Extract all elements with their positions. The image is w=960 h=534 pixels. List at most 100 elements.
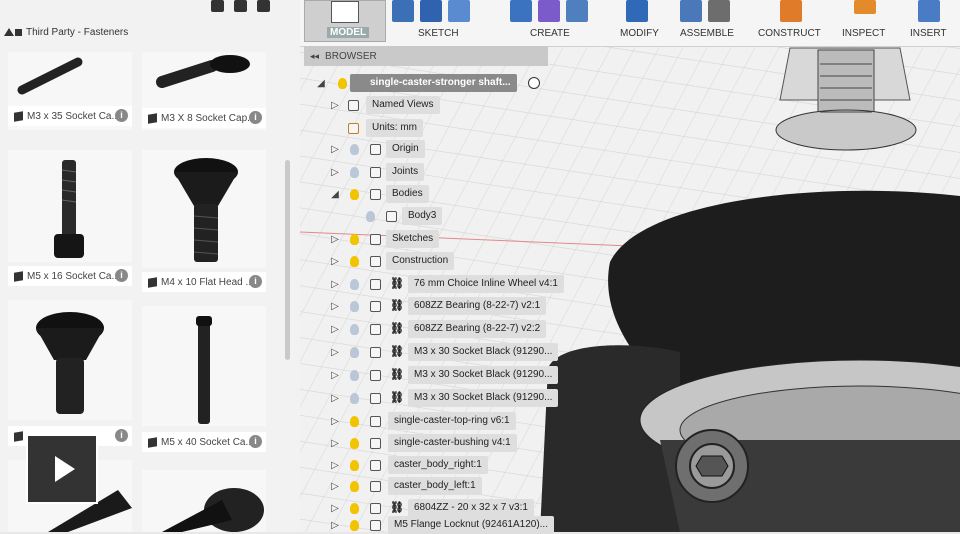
browser-title: BROWSER bbox=[325, 50, 377, 62]
press-pull-icon[interactable] bbox=[626, 0, 648, 22]
visibility-bulb-icon[interactable] bbox=[350, 369, 359, 381]
create-group[interactable]: CREATE bbox=[510, 0, 610, 46]
visibility-bulb-icon[interactable] bbox=[350, 502, 359, 514]
tree-item-label: Named Views bbox=[366, 96, 440, 114]
part-card[interactable] bbox=[142, 306, 266, 426]
offset-plane-icon[interactable] bbox=[780, 0, 802, 22]
visibility-bulb-icon[interactable] bbox=[350, 415, 359, 427]
visibility-bulb-icon[interactable] bbox=[350, 459, 359, 471]
part-card[interactable] bbox=[142, 150, 266, 268]
info-icon[interactable]: i bbox=[115, 269, 128, 282]
modify-group[interactable]: MODIFY bbox=[620, 0, 680, 46]
expand-icon[interactable]: ▷ bbox=[330, 301, 340, 312]
expand-icon[interactable]: ▷ bbox=[330, 234, 340, 245]
inspect-group[interactable]: INSPECT bbox=[842, 0, 902, 46]
joint-icon[interactable] bbox=[708, 0, 730, 22]
visibility-bulb-icon[interactable] bbox=[350, 480, 359, 492]
expand-icon[interactable]: ▷ bbox=[330, 279, 340, 290]
visibility-bulb-icon[interactable] bbox=[350, 392, 359, 404]
expand-icon[interactable]: ▷ bbox=[330, 438, 340, 449]
collapse-icon[interactable]: ◢ bbox=[316, 78, 326, 89]
expand-icon[interactable]: ▷ bbox=[330, 144, 340, 155]
part-label-row[interactable]: M4 x 10 Flat Head ... i bbox=[142, 272, 266, 292]
visibility-bulb-icon[interactable] bbox=[350, 519, 359, 531]
visibility-bulb-icon[interactable] bbox=[350, 188, 359, 200]
part-label-row[interactable]: M5 x 40 Socket Ca... i bbox=[142, 432, 266, 452]
visibility-bulb-icon[interactable] bbox=[350, 143, 359, 155]
collapse-panel-icon[interactable]: ◂◂ bbox=[310, 51, 319, 62]
extrude-icon[interactable] bbox=[510, 0, 532, 22]
visibility-bulb-icon[interactable] bbox=[366, 210, 375, 222]
play-button[interactable] bbox=[26, 434, 98, 504]
visibility-bulb-icon[interactable] bbox=[350, 278, 359, 290]
part-label-row[interactable]: M3 x 35 Socket Ca... i bbox=[8, 106, 132, 126]
insert-image-icon[interactable] bbox=[918, 0, 940, 22]
visibility-bulb-icon[interactable] bbox=[350, 300, 359, 312]
pattern-icon[interactable] bbox=[538, 0, 560, 22]
part-card[interactable] bbox=[8, 300, 132, 420]
visibility-bulb-icon[interactable] bbox=[350, 323, 359, 335]
expand-icon[interactable]: ▷ bbox=[330, 416, 340, 427]
expand-icon[interactable]: ▷ bbox=[330, 393, 340, 404]
part-card[interactable] bbox=[142, 470, 266, 532]
expand-icon[interactable]: ▷ bbox=[330, 520, 340, 531]
visibility-bulb-icon[interactable] bbox=[338, 77, 347, 89]
expand-icon[interactable]: ▷ bbox=[330, 503, 340, 514]
info-icon[interactable]: i bbox=[249, 275, 262, 288]
library-scrollbar[interactable] bbox=[285, 160, 290, 360]
expand-icon[interactable]: ▷ bbox=[330, 256, 340, 267]
info-icon[interactable]: i bbox=[115, 109, 128, 122]
visibility-bulb-icon[interactable] bbox=[350, 233, 359, 245]
part-label: M3 x 35 Socket Ca... bbox=[27, 110, 120, 122]
home-icon[interactable] bbox=[234, 0, 247, 12]
insert-menu[interactable]: INSERT bbox=[910, 28, 947, 39]
expand-icon[interactable]: ▷ bbox=[330, 460, 340, 471]
rectangle-icon[interactable] bbox=[448, 0, 470, 22]
part-label-row[interactable]: M5 x 16 Socket Ca... i bbox=[8, 266, 132, 286]
browser-root[interactable]: ◢ single-caster-stronger shaft... bbox=[316, 74, 548, 92]
workspace-switcher[interactable]: MODEL bbox=[304, 0, 386, 42]
info-icon[interactable]: i bbox=[249, 111, 262, 124]
expand-icon[interactable]: ▷ bbox=[330, 370, 340, 381]
expand-icon[interactable]: ▷ bbox=[330, 167, 340, 178]
breadcrumb[interactable]: Third Party - Fasteners bbox=[4, 27, 128, 38]
info-icon[interactable]: i bbox=[249, 435, 262, 448]
part-thumbnail bbox=[162, 488, 264, 532]
arc-icon[interactable] bbox=[420, 0, 442, 22]
part-label-row[interactable]: M3 X 8 Socket Cap... i bbox=[142, 108, 266, 128]
construct-menu[interactable]: CONSTRUCT bbox=[758, 28, 821, 39]
gear-icon[interactable] bbox=[257, 0, 270, 12]
sketch-menu[interactable]: SKETCH bbox=[418, 28, 459, 39]
component-icon bbox=[14, 110, 23, 122]
info-icon[interactable]: i bbox=[115, 429, 128, 442]
sketch-group[interactable]: SKETCH bbox=[392, 0, 492, 46]
insert-group[interactable]: INSERT bbox=[910, 0, 960, 46]
collapse-icon[interactable]: ◢ bbox=[330, 189, 340, 200]
create-menu[interactable]: CREATE bbox=[530, 28, 570, 39]
new-component-icon[interactable] bbox=[680, 0, 702, 22]
visibility-bulb-icon[interactable] bbox=[350, 346, 359, 358]
expand-icon[interactable]: ▷ bbox=[330, 481, 340, 492]
construct-group[interactable]: CONSTRUCT bbox=[758, 0, 848, 46]
part-card[interactable] bbox=[8, 150, 132, 262]
browser-header[interactable]: ◂◂ BROWSER bbox=[304, 46, 548, 66]
sketch-icon[interactable] bbox=[392, 0, 414, 22]
hole-icon[interactable] bbox=[566, 0, 588, 22]
modify-menu[interactable]: MODIFY bbox=[620, 28, 659, 39]
expand-icon[interactable]: ▷ bbox=[330, 324, 340, 335]
expand-icon[interactable]: ▷ bbox=[330, 100, 340, 111]
component-icon bbox=[148, 112, 157, 124]
expand-icon[interactable]: ▷ bbox=[330, 347, 340, 358]
hierarchy-icon[interactable] bbox=[211, 0, 224, 12]
measure-icon[interactable] bbox=[854, 0, 876, 14]
inspect-menu[interactable]: INSPECT bbox=[842, 28, 885, 39]
part-thumbnail bbox=[54, 160, 84, 258]
tree-item-label: Sketches bbox=[386, 230, 440, 248]
activate-radio-icon[interactable] bbox=[528, 77, 540, 89]
assemble-menu[interactable]: ASSEMBLE bbox=[680, 28, 734, 39]
visibility-bulb-icon[interactable] bbox=[350, 255, 359, 267]
visibility-bulb-icon[interactable] bbox=[350, 166, 359, 178]
breadcrumb-label: Third Party - Fasteners bbox=[26, 27, 129, 38]
assemble-group[interactable]: ASSEMBLE bbox=[680, 0, 770, 46]
visibility-bulb-icon[interactable] bbox=[350, 437, 359, 449]
